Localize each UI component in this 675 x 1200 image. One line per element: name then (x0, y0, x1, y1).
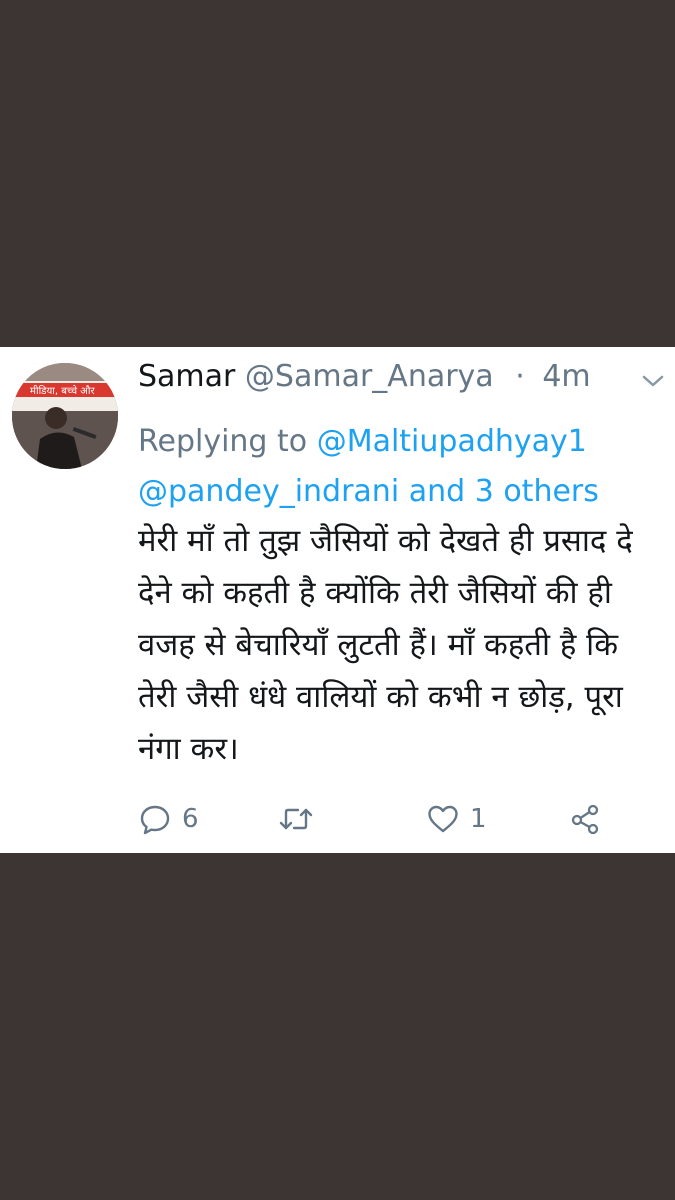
reply-icon (140, 805, 170, 835)
author-handle[interactable]: @Samar_Anarya (245, 359, 494, 394)
tweet-header: Samar @Samar_Anarya · 4m (138, 357, 663, 407)
mention-link[interactable]: @Maltiupadhyay1 (317, 424, 587, 459)
tweet-time[interactable]: 4m (542, 359, 590, 394)
share-icon (571, 804, 599, 835)
like-count: 1 (470, 804, 487, 834)
avatar-banner-text: मीडिया, बच्चे और (30, 385, 95, 397)
retweet-button[interactable] (278, 797, 314, 841)
share-button[interactable] (568, 797, 602, 841)
replying-to-prefix: Replying to (138, 424, 308, 459)
reply-button[interactable]: 6 (138, 797, 199, 841)
chevron-down-icon[interactable] (638, 369, 668, 393)
others-link[interactable]: 3 others (475, 474, 599, 509)
retweet-icon (279, 808, 313, 830)
tweet-card[interactable]: मीडिया, बच्चे और Samar @Samar_Anarya · 4… (0, 347, 675, 853)
separator-dot: · (515, 359, 525, 394)
replying-to-and: and (408, 474, 466, 509)
action-bar: 6 1 (138, 797, 663, 841)
avatar[interactable]: मीडिया, बच्चे और (12, 363, 118, 469)
replying-to: Replying to @Maltiupadhyay1 @pandey_indr… (138, 417, 668, 517)
like-button[interactable]: 1 (426, 797, 487, 841)
top-background (0, 0, 675, 347)
tweet-text: मेरी माँ तो तुझ जैसियों को देखते ही प्रस… (138, 523, 633, 767)
mention-link[interactable]: @pandey_indrani (138, 474, 399, 509)
reply-count: 6 (182, 804, 199, 834)
heart-icon (428, 805, 458, 833)
bottom-background (0, 853, 675, 1200)
author-name[interactable]: Samar (138, 359, 235, 394)
